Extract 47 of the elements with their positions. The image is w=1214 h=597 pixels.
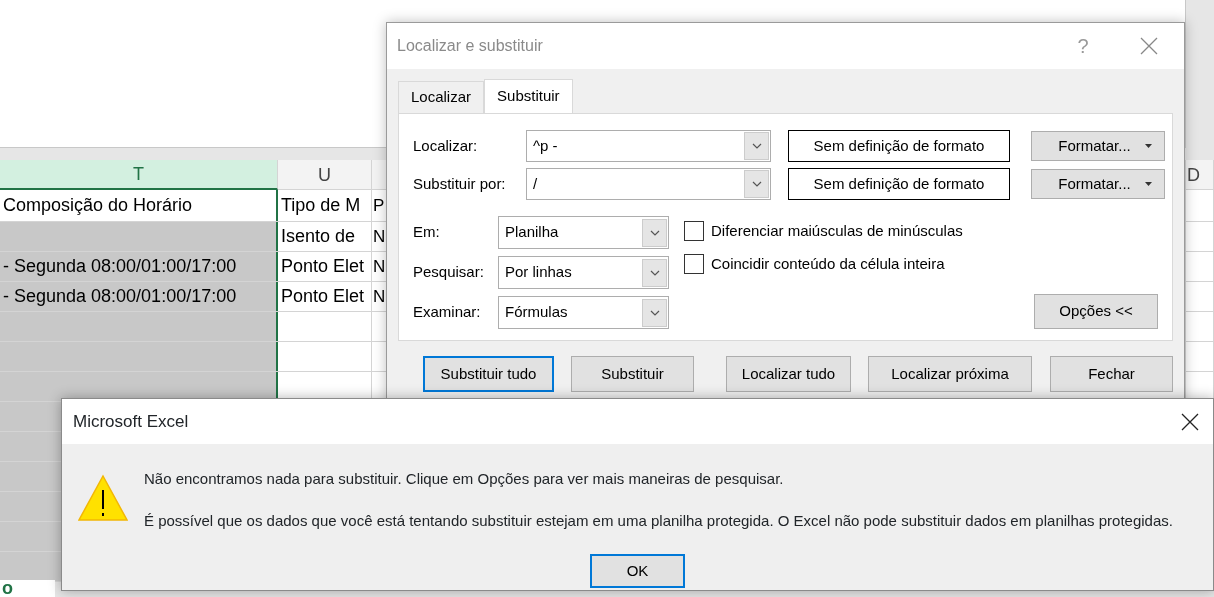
table-cell: Ponto Elet: [278, 282, 372, 311]
checkbox-label: Coincidir conteúdo da célula inteira: [711, 253, 945, 274]
caret-icon: [1144, 182, 1152, 186]
warning-icon: [78, 474, 128, 522]
chevron-down-icon: [750, 141, 763, 151]
sheet-tab[interactable]: o: [0, 580, 55, 597]
ok-button[interactable]: OK: [590, 554, 685, 588]
close-icon: [1140, 37, 1158, 55]
input-field[interactable]: /: [526, 168, 771, 200]
format-button[interactable]: Formatar...: [1031, 169, 1165, 199]
table-cell: - Segunda 08:00/01:00/17:00: [0, 252, 278, 281]
field-label: Pesquisar:: [413, 262, 485, 283]
tab[interactable]: Substituir: [484, 79, 573, 113]
chevron-down-icon: [750, 179, 763, 189]
dropdown[interactable]: Planilha: [498, 216, 669, 249]
checkbox[interactable]: [684, 221, 704, 242]
dialog-button[interactable]: Substituir: [571, 356, 694, 392]
dialog-button[interactable]: Fechar: [1050, 356, 1173, 392]
column-header[interactable]: T: [0, 160, 278, 190]
format-preview: Sem definição de formato: [788, 130, 1010, 162]
checkbox[interactable]: [684, 253, 704, 274]
table-cell: Tipo de M: [278, 190, 372, 221]
tab[interactable]: Localizar: [398, 81, 485, 113]
field-label: Examinar:: [413, 302, 482, 323]
field-label: Em:: [413, 222, 441, 243]
dropdown[interactable]: Fórmulas: [498, 296, 669, 329]
dialog-button[interactable]: Localizar próxima: [868, 356, 1032, 392]
close-icon: [1181, 412, 1199, 431]
dialog-button[interactable]: Substituir tudo: [423, 356, 554, 392]
dropdown[interactable]: Por linhas: [498, 256, 669, 289]
table-cell: Isento de: [278, 222, 372, 251]
caret-icon: [1144, 144, 1152, 148]
format-preview: Sem definição de formato: [788, 168, 1010, 200]
format-button[interactable]: Formatar...: [1031, 131, 1165, 161]
window-title: Microsoft Excel: [73, 410, 190, 433]
table-cell: Composição do Horário: [0, 190, 278, 221]
window-title: Localizar e substituir: [397, 36, 544, 56]
checkbox-label: Diferenciar maiúsculas de minúsculas: [711, 221, 963, 241]
message-text: Não encontramos nada para substituir. Clique em Opções para ver mais maneiras de pesquisar.: [144, 470, 785, 488]
options-button[interactable]: Opções <<: [1034, 294, 1158, 329]
field-label: Localizar:: [413, 135, 479, 156]
table-cell: Ponto Elet: [278, 252, 372, 281]
message-text: É possível que os dados que você está tentando substituir estejam em uma planilha protegida. O Excel não pode substituir dados em planilhas protegidas.: [144, 512, 1173, 530]
field-label: Substituir por:: [413, 173, 507, 194]
input-field[interactable]: ^p -: [526, 130, 771, 162]
table-cell: - Segunda 08:00/01:00/17:00: [0, 282, 278, 311]
dialog-button[interactable]: Localizar tudo: [726, 356, 851, 392]
